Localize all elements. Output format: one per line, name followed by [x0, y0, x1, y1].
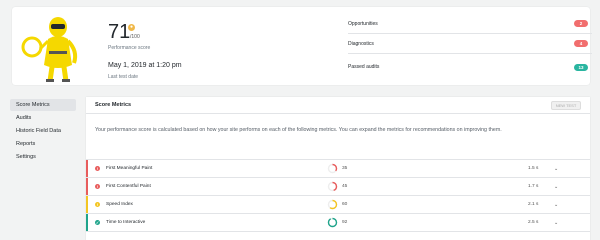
- metric-time: 2.1 s: [528, 202, 539, 207]
- metric-status-bar: [86, 196, 88, 213]
- metric-status-bar: [86, 178, 88, 195]
- score-ring-icon: [327, 217, 338, 228]
- alert-icon: !: [95, 166, 100, 171]
- metric-status-bar: [86, 160, 88, 177]
- score-label: Performance score: [108, 45, 151, 51]
- metric-name: Time to Interactive: [106, 220, 146, 225]
- panel-description: Your performance score is calculated bas…: [86, 114, 590, 160]
- metric-name: First Meaningful Paint: [106, 166, 153, 171]
- score-max: /100: [130, 34, 140, 40]
- panel-header: Score Metrics NEW TEST: [86, 97, 590, 114]
- chevron-down-icon[interactable]: ⌄: [554, 220, 558, 226]
- mascot-illustration: [21, 17, 78, 82]
- score-status-icon: ●: [128, 24, 135, 31]
- chevron-down-icon[interactable]: ⌄: [554, 166, 558, 172]
- metric-name: First Contentful Paint: [106, 184, 151, 189]
- alert-icon: !: [95, 184, 100, 189]
- stat-label: Opportunities: [348, 20, 378, 27]
- score-metrics-panel: Score Metrics NEW TEST Your performance …: [86, 97, 590, 240]
- metric-score: 60: [342, 202, 348, 207]
- chevron-down-icon[interactable]: ⌄: [554, 202, 558, 208]
- metric-row[interactable]: ! First Contentful Paint 45 1.7 s ⌄: [86, 178, 590, 196]
- stat-passed-audits: Passed audits 13: [348, 57, 592, 77]
- metric-score: 92: [342, 220, 348, 225]
- new-test-button[interactable]: NEW TEST: [551, 100, 581, 110]
- stat-label: Passed audits: [348, 64, 380, 70]
- metric-time: 1.7 s: [528, 184, 539, 189]
- metric-score: 35: [342, 166, 348, 171]
- score-ring-icon: [327, 163, 338, 174]
- alert-icon: !: [95, 202, 100, 207]
- metric-row[interactable]: ✓ Time to Interactive 92 2.5 s ⌄: [86, 214, 590, 232]
- stat-badge: 13: [574, 63, 588, 71]
- metric-row[interactable]: ! Speed Index 60 2.1 s ⌄: [86, 196, 590, 214]
- stat-diagnostics: Diagnostics 4: [348, 34, 592, 54]
- metric-time: 2.5 s: [528, 220, 539, 225]
- score-ring-icon: [327, 199, 338, 210]
- chevron-down-icon[interactable]: ⌄: [554, 184, 558, 190]
- sidebar-item-score-metrics[interactable]: Score Metrics: [10, 99, 76, 111]
- summary-card: 71 ● /100 Performance score May 1, 2019 …: [12, 7, 592, 85]
- stat-label: Diagnostics: [348, 40, 374, 47]
- metric-status-bar: [86, 214, 88, 231]
- sidebar-item-settings[interactable]: Settings: [10, 151, 76, 163]
- metric-row[interactable]: ! First Meaningful Paint 35 1.5 s ⌄: [86, 160, 590, 178]
- check-icon: ✓: [95, 220, 100, 225]
- last-test-date-label: Last test date: [108, 74, 139, 80]
- metrics-list: ! First Meaningful Paint 35 1.5 s ⌄! First Co…: [86, 160, 590, 232]
- stat-badge: 2: [574, 20, 588, 27]
- score-ring-icon: [327, 181, 338, 192]
- sidebar-nav: Score Metrics Audits Historic Field Data…: [10, 99, 76, 164]
- stat-badge: 4: [574, 40, 588, 47]
- metric-name: Speed Index: [106, 202, 133, 207]
- sidebar-item-audits[interactable]: Audits: [10, 112, 76, 124]
- panel-title: Score Metrics: [95, 102, 132, 108]
- performance-score: 71: [108, 21, 131, 43]
- stat-opportunities: Opportunities 2: [348, 14, 592, 34]
- metric-score: 45: [342, 184, 348, 189]
- metric-time: 1.5 s: [528, 166, 539, 171]
- last-test-date: May 1, 2019 at 1:20 pm: [108, 62, 182, 69]
- sidebar-item-reports[interactable]: Reports: [10, 138, 76, 150]
- sidebar-item-historic-field-data[interactable]: Historic Field Data: [10, 125, 76, 137]
